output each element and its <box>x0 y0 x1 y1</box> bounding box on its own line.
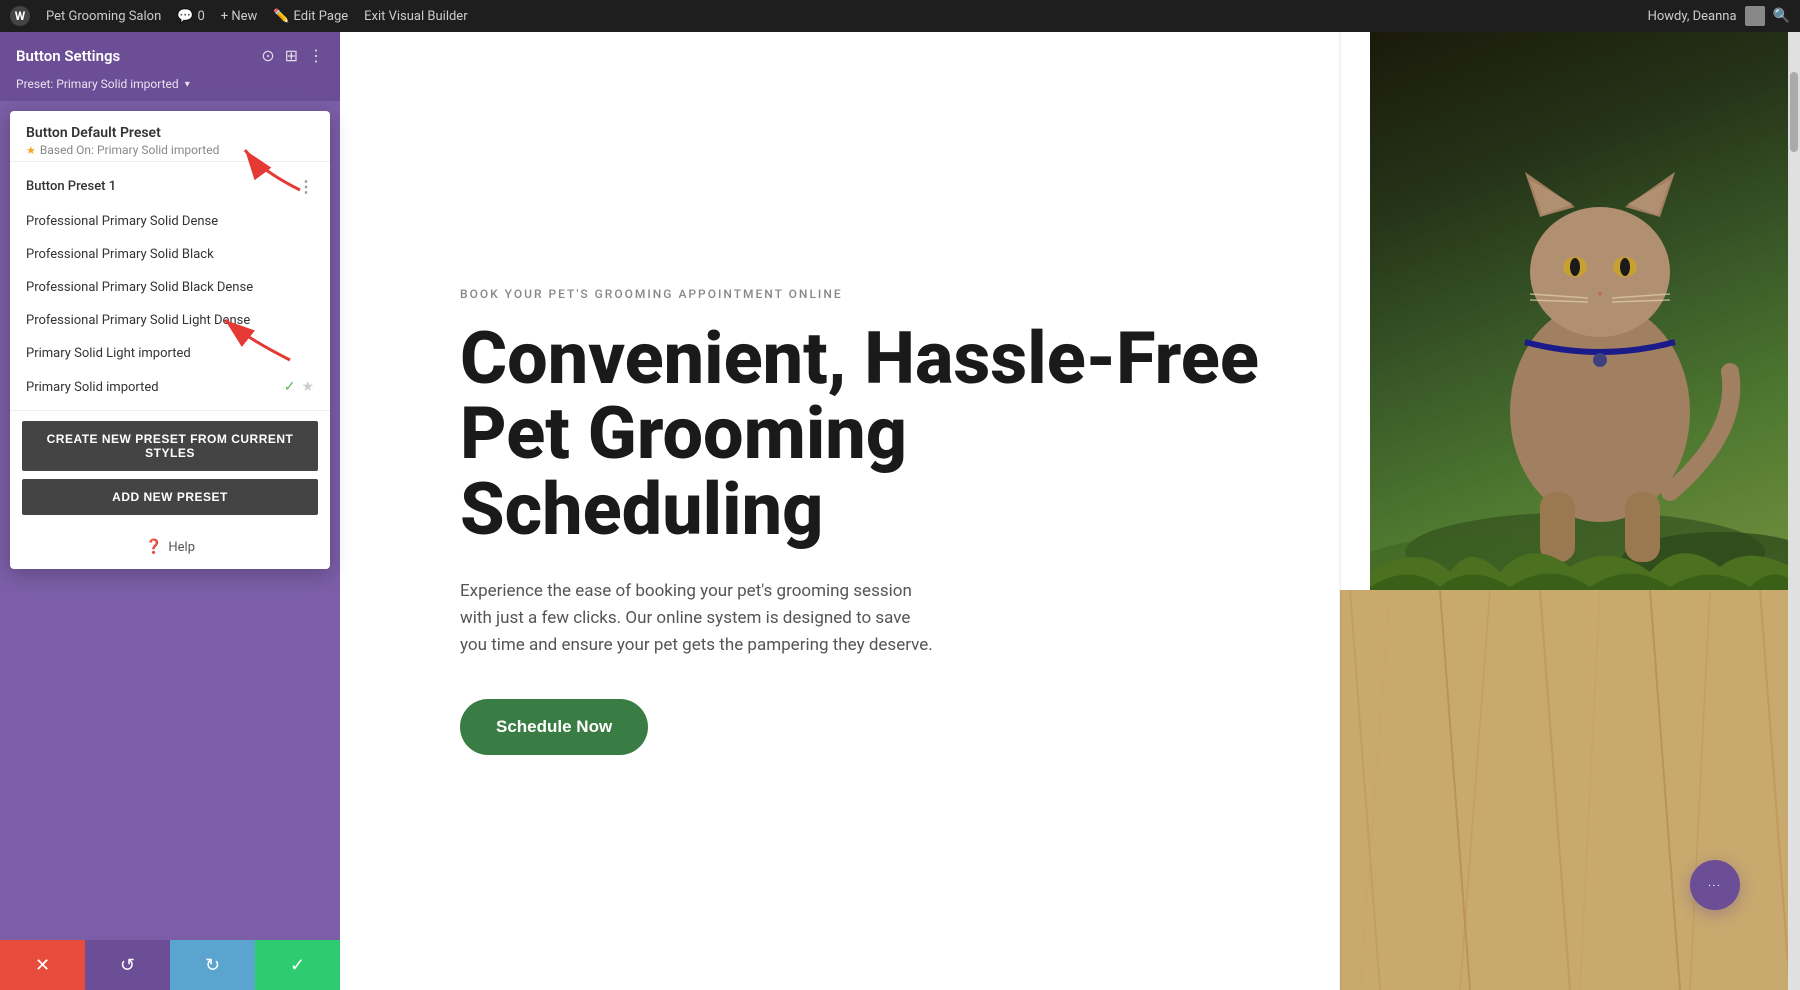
list-item[interactable]: Primary Solid imported ✓ ★ <box>10 370 330 404</box>
fab-icon: ··· <box>1708 881 1721 890</box>
redo-button[interactable]: ↻ <box>170 940 255 990</box>
list-item[interactable]: Professional Primary Solid Light Dense <box>10 304 330 337</box>
site-hero: BOOK YOUR PET'S GROOMING APPOINTMENT ONL… <box>340 32 1800 990</box>
based-on-row: ★ Based On: Primary Solid imported <box>26 143 314 157</box>
more-options-icon[interactable]: ⋮ <box>308 46 324 65</box>
wp-logo-icon[interactable]: W <box>10 6 30 26</box>
preset-item-name: Primary Solid Light imported <box>26 346 314 361</box>
list-item[interactable]: Professional Primary Solid Black Dense <box>10 271 330 304</box>
preset-item-name: Professional Primary Solid Dense <box>26 214 314 229</box>
search-icon[interactable]: 🔍 <box>1773 8 1790 24</box>
help-row[interactable]: ❓ Help <box>10 525 330 569</box>
header-icons: ⊙ ⊞ ⋮ <box>261 46 324 65</box>
hero-text-col: BOOK YOUR PET'S GROOMING APPOINTMENT ONL… <box>340 32 1340 990</box>
preset-item-name: Professional Primary Solid Black <box>26 247 314 262</box>
hero-description: Experience the ease of booking your pet'… <box>460 578 940 660</box>
dots-icon[interactable]: ⋮ <box>298 177 314 196</box>
panel-header: Button Settings ⊙ ⊞ ⋮ <box>0 32 340 77</box>
comment-count[interactable]: 💬 0 <box>177 9 205 24</box>
exit-builder-link[interactable]: Exit Visual Builder <box>364 9 467 24</box>
undo-button[interactable]: ↺ <box>85 940 170 990</box>
confirm-button[interactable]: ✓ <box>255 940 340 990</box>
add-preset-button[interactable]: ADD NEW PRESET <box>22 479 318 515</box>
preset-dropdown: Button Default Preset ★ Based On: Primar… <box>10 111 330 569</box>
star-icon[interactable]: ★ <box>301 379 314 395</box>
divider <box>1339 32 1341 990</box>
based-on-text: Based On: Primary Solid imported <box>40 143 220 157</box>
fab-button[interactable]: ··· <box>1690 860 1740 910</box>
list-item[interactable]: Professional Primary Solid Dense <box>10 205 330 238</box>
star-icon: ★ <box>26 144 36 157</box>
target-icon[interactable]: ⊙ <box>261 46 274 65</box>
preset-item-name: Button Preset 1 <box>26 179 298 194</box>
scrollbar[interactable] <box>1788 32 1800 990</box>
create-preset-button[interactable]: CREATE NEW PRESET FROM CURRENT STYLES <box>22 421 318 471</box>
preset-list: Button Preset 1 ⋮ Professional Primary S… <box>10 162 330 410</box>
list-item[interactable]: Primary Solid Light imported <box>10 337 330 370</box>
user-avatar <box>1745 6 1765 26</box>
preset-chevron-icon: ▾ <box>185 79 190 90</box>
panel-title: Button Settings <box>16 47 120 65</box>
wp-admin-bar: W Pet Grooming Salon 💬 0 + New ✏️ Edit P… <box>0 0 1800 32</box>
left-panel: Button Settings ⊙ ⊞ ⋮ Preset: Primary So… <box>0 32 340 990</box>
preset-item-actions: ✓ ★ <box>284 379 314 395</box>
list-item[interactable]: Button Preset 1 ⋮ <box>10 168 330 205</box>
preset-item-name: Professional Primary Solid Black Dense <box>26 280 314 295</box>
new-link[interactable]: + New <box>221 9 258 24</box>
hero-title: Convenient, Hassle-Free Pet Grooming Sch… <box>460 321 1280 548</box>
scrollbar-thumb <box>1790 72 1798 152</box>
hero-eyebrow: BOOK YOUR PET'S GROOMING APPOINTMENT ONL… <box>460 287 1280 301</box>
panel-bottom-bar: ✕ ↺ ↻ ✓ <box>0 940 340 990</box>
columns-icon[interactable]: ⊞ <box>285 46 298 65</box>
preset-label: Preset: Primary Solid imported <box>16 77 179 91</box>
hero-image-col <box>1340 32 1800 990</box>
site-name: Pet Grooming Salon <box>46 9 161 24</box>
list-item[interactable]: Professional Primary Solid Black <box>10 238 330 271</box>
preset-row[interactable]: Preset: Primary Solid imported ▾ <box>0 77 340 101</box>
bottom-bg-svg <box>1340 590 1800 990</box>
dropdown-header: Button Default Preset ★ Based On: Primar… <box>10 111 330 162</box>
preset-item-actions: ⋮ <box>298 177 314 196</box>
default-preset-name: Button Default Preset <box>26 125 314 141</box>
check-icon: ✓ <box>284 379 296 395</box>
user-menu[interactable]: Howdy, Deanna 🔍 <box>1648 6 1790 26</box>
preset-item-name: Primary Solid imported <box>26 380 284 395</box>
website-preview: BOOK YOUR PET'S GROOMING APPOINTMENT ONL… <box>340 32 1800 990</box>
cat-image-svg <box>1370 32 1800 612</box>
edit-page-link[interactable]: ✏️ Edit Page <box>273 9 348 24</box>
hero-bottom-image <box>1340 590 1800 990</box>
help-label: Help <box>168 540 195 555</box>
schedule-now-button[interactable]: Schedule Now <box>460 699 648 755</box>
content-area: BOOK YOUR PET'S GROOMING APPOINTMENT ONL… <box>340 32 1800 990</box>
dropdown-actions: CREATE NEW PRESET FROM CURRENT STYLES AD… <box>10 410 330 525</box>
preset-item-name: Professional Primary Solid Light Dense <box>26 313 314 328</box>
help-icon: ❓ <box>145 539 162 555</box>
cancel-button[interactable]: ✕ <box>0 940 85 990</box>
